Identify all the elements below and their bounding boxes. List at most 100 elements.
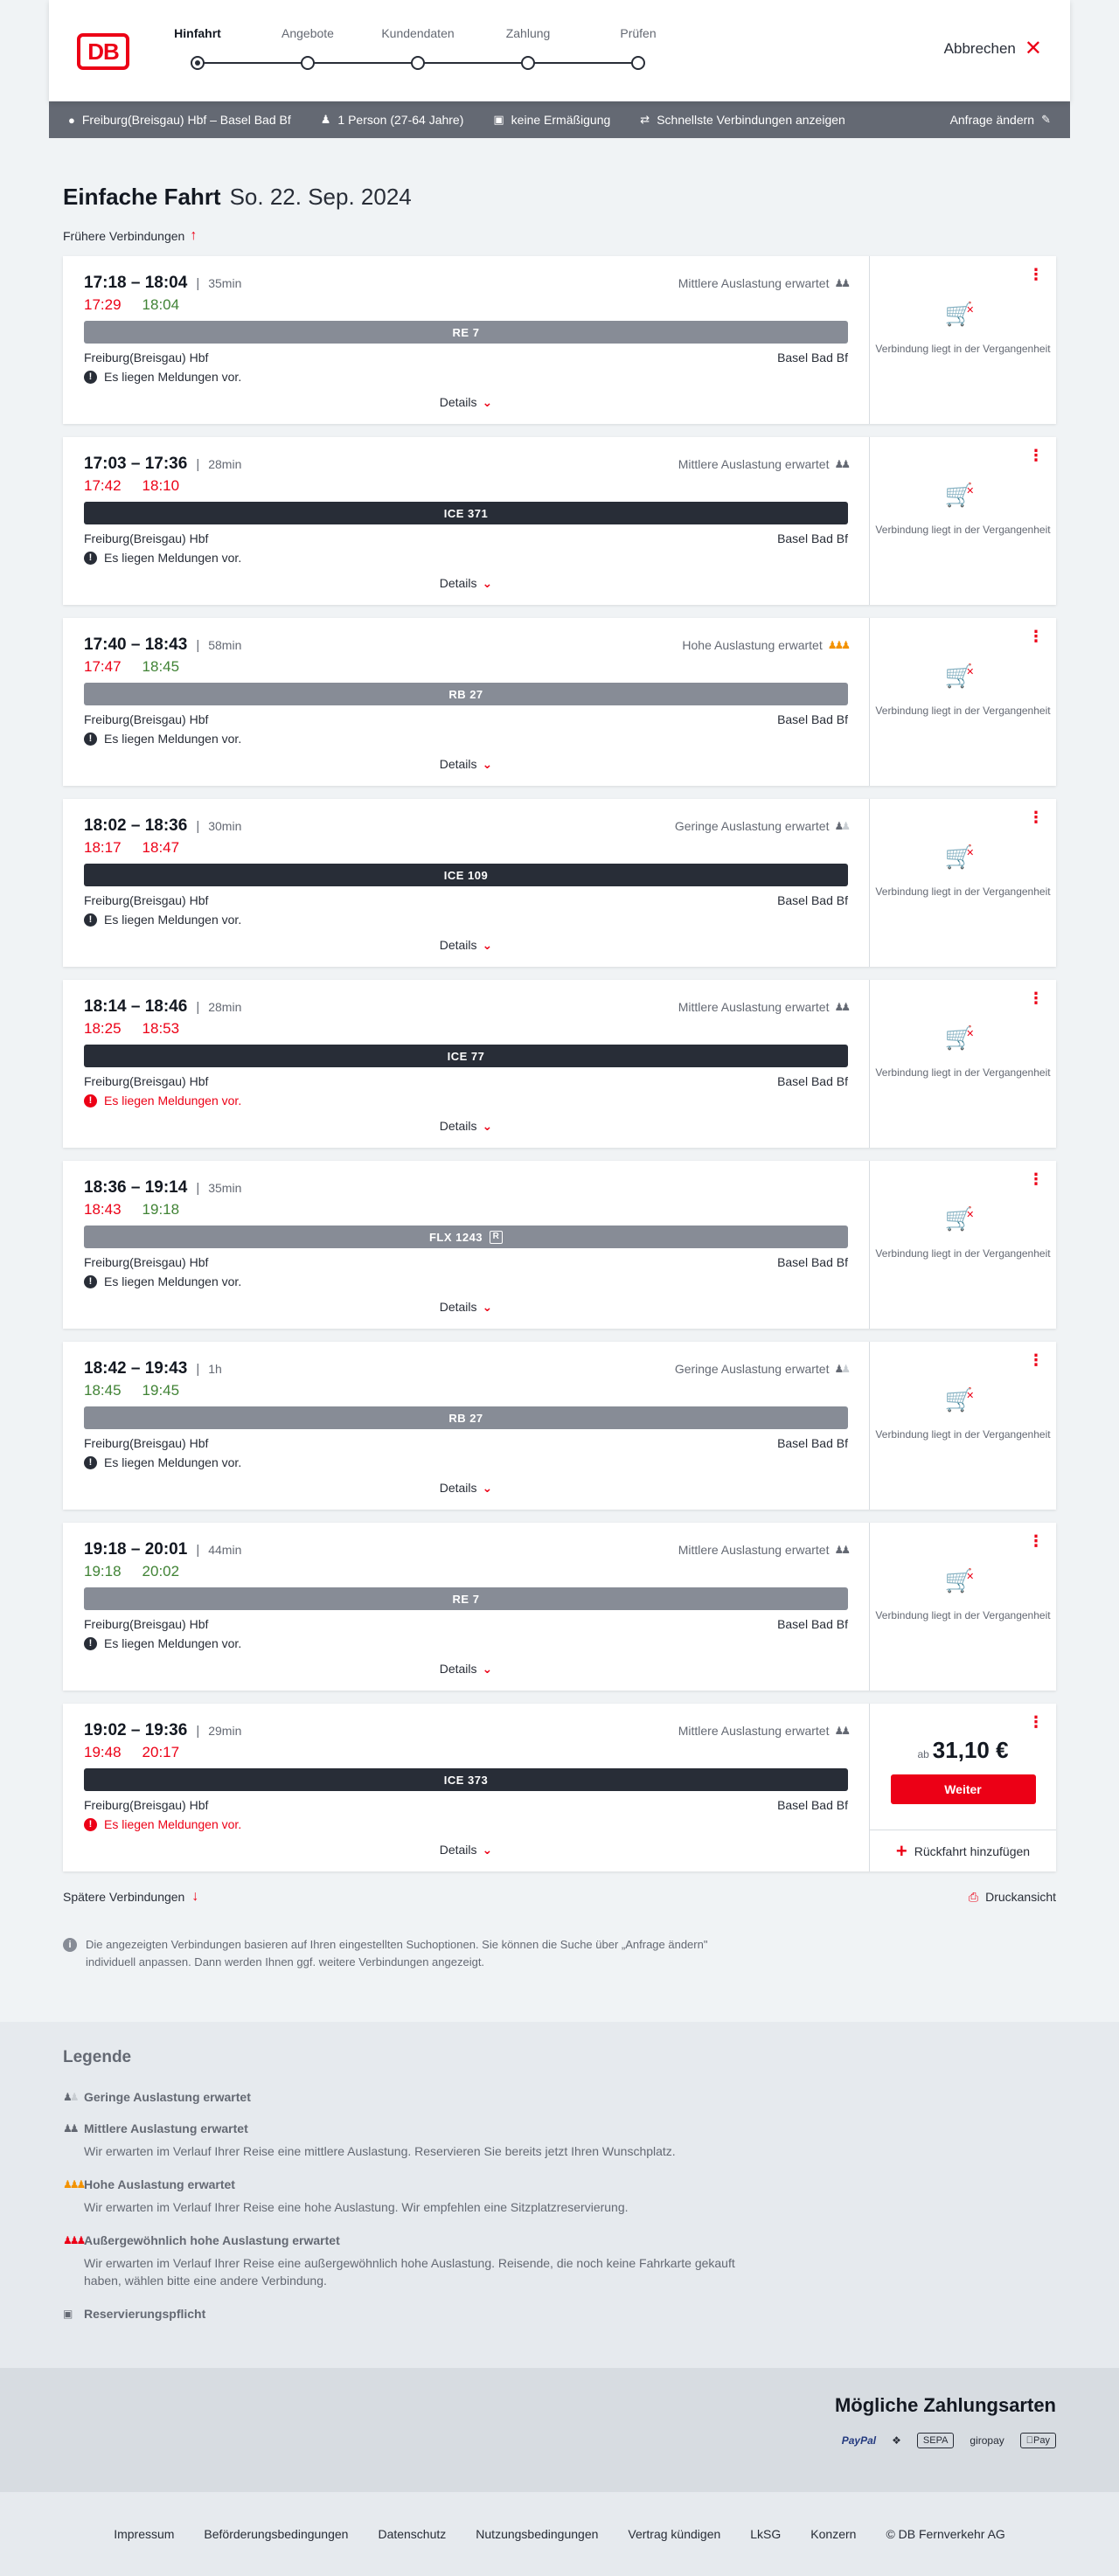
info-note-text: Die angezeigten Verbindungen basieren au… — [86, 1938, 708, 1968]
footer-link-nutzungsbedingungen[interactable]: Nutzungsbedingungen — [476, 2527, 598, 2541]
connection-details[interactable]: 18:36 – 19:14 | 35min 18:43 19:18 FLX 12… — [63, 1161, 869, 1329]
details-toggle[interactable]: Details ⌄ — [63, 1843, 869, 1857]
disruption-notice: ! Es liegen Meldungen vor. — [84, 913, 848, 927]
divider: | — [196, 276, 200, 291]
connection-card: 18:36 – 19:14 | 35min 18:43 19:18 FLX 12… — [63, 1161, 1056, 1329]
schedule-row: 19:02 – 19:36 | 29min Mittlere Auslastun… — [84, 1721, 851, 1742]
realtime-row: 17:42 18:10 — [84, 476, 848, 496]
query-discount: ▣ keine Ermäßigung — [493, 113, 610, 127]
connection-details[interactable]: 18:14 – 18:46 | 28min Mittlere Auslastun… — [63, 980, 869, 1148]
earlier-connections-link[interactable]: Frühere Verbindungen ↑ — [63, 228, 1056, 244]
arrival-station: Basel Bad Bf — [777, 712, 848, 726]
offer-panel: ⋮ 🛒✕ Verbindung liegt in der Vergangenhe… — [869, 980, 1056, 1148]
past-connection-text: Verbindung liegt in der Vergangenheit — [875, 1247, 1051, 1260]
details-toggle[interactable]: Details ⌄ — [63, 757, 869, 772]
realtime-arrival: 18:53 — [142, 1020, 180, 1037]
details-toggle[interactable]: Details ⌄ — [63, 1119, 869, 1134]
card-icon: ▣ — [493, 113, 504, 126]
train-segment-bar[interactable]: RE 7 — [84, 1587, 848, 1610]
details-label: Details — [439, 1300, 477, 1314]
step-kundendaten[interactable]: Kundendaten — [365, 26, 470, 70]
db-logo[interactable]: DB — [77, 33, 129, 70]
footer-link-vertrag-kuendigen[interactable]: Vertrag kündigen — [628, 2527, 720, 2541]
payment-icons: PayPal ❖ SEPA giropay Pay — [63, 2433, 1056, 2448]
connection-details[interactable]: 18:42 – 19:43 | 1h Geringe Auslastung er… — [63, 1342, 869, 1510]
details-toggle[interactable]: Details ⌄ — [63, 1300, 869, 1315]
train-segment-bar[interactable]: ICE 373 — [84, 1768, 848, 1791]
train-segment-bar[interactable]: ICE 77 — [84, 1045, 848, 1067]
disruption-notice: ! Es liegen Meldungen vor. — [84, 1094, 848, 1107]
duration: 44min — [208, 1543, 242, 1557]
realtime-departure: 17:47 — [84, 658, 122, 675]
connection-details[interactable]: 19:18 – 20:01 | 44min Mittlere Auslastun… — [63, 1523, 869, 1691]
more-options-icon[interactable]: ⋮ — [1028, 990, 1044, 1006]
more-options-icon[interactable]: ⋮ — [1028, 809, 1044, 825]
more-options-icon[interactable]: ⋮ — [1028, 267, 1044, 282]
legend-item-extreme: ♟♟♟ Außergewöhnlich hohe Auslastung erwar… — [63, 2233, 1056, 2289]
notice-text: Es liegen Meldungen vor. — [104, 1094, 242, 1107]
duration: 35min — [208, 1181, 242, 1195]
more-options-icon[interactable]: ⋮ — [1028, 1352, 1044, 1368]
schedule-row: 17:03 – 17:36 | 28min Mittlere Auslastun… — [84, 455, 851, 476]
more-options-icon[interactable]: ⋮ — [1028, 1714, 1044, 1730]
realtime-departure: 17:29 — [84, 296, 122, 313]
connection-details[interactable]: 17:18 – 18:04 | 35min Mittlere Auslastun… — [63, 256, 869, 424]
train-segment-bar[interactable]: ICE 109 — [84, 864, 848, 886]
more-options-icon[interactable]: ⋮ — [1028, 1171, 1044, 1187]
step-angebote[interactable]: Angebote — [255, 26, 360, 70]
step-label: Angebote — [281, 26, 334, 40]
footer-link-lksg[interactable]: LkSG — [750, 2527, 781, 2541]
print-view-link[interactable]: ⎙ Druckansicht — [969, 1889, 1056, 1905]
connection-details[interactable]: 19:02 – 19:36 | 29min Mittlere Auslastun… — [63, 1704, 869, 1871]
details-toggle[interactable]: Details ⌄ — [63, 1481, 869, 1496]
train-segment-bar[interactable]: RB 27 — [84, 683, 848, 705]
arrival-station: Basel Bad Bf — [777, 1074, 848, 1088]
step-hinfahrt[interactable]: Hinfahrt — [145, 26, 250, 70]
connection-details[interactable]: 17:03 – 17:36 | 28min Mittlere Auslastun… — [63, 437, 869, 605]
past-connection-text: Verbindung liegt in der Vergangenheit — [875, 1609, 1051, 1621]
details-toggle[interactable]: Details ⌄ — [63, 938, 869, 953]
more-options-icon[interactable]: ⋮ — [1028, 1533, 1044, 1549]
load-extreme-icon: ♟♟♟ — [63, 2234, 86, 2246]
reservation-required-icon: R — [490, 1230, 504, 1244]
price-prefix: ab — [917, 1748, 929, 1760]
legend-item-title: Mittlere Auslastung erwartet — [84, 2121, 248, 2135]
realtime-departure: 18:43 — [84, 1201, 122, 1218]
footer-link-befoerderungsbedingungen[interactable]: Beförderungsbedingungen — [204, 2527, 348, 2541]
details-toggle[interactable]: Details ⌄ — [63, 576, 869, 591]
past-connection-info: 🛒✕ Verbindung liegt in der Vergangenheit — [870, 1207, 1056, 1260]
connection-details[interactable]: 18:02 – 18:36 | 30min Geringe Auslastung… — [63, 799, 869, 967]
details-toggle[interactable]: Details ⌄ — [63, 1662, 869, 1677]
train-segment-bar[interactable]: ICE 371 — [84, 502, 848, 524]
details-label: Details — [439, 1119, 477, 1133]
footer-link-impressum[interactable]: Impressum — [114, 2527, 174, 2541]
stations-row: Freiburg(Breisgau) Hbf Basel Bad Bf — [84, 1255, 848, 1269]
step-pruefen[interactable]: Prüfen — [586, 26, 691, 70]
later-connections-link[interactable]: Spätere Verbindungen ↓ — [63, 1889, 198, 1905]
details-toggle[interactable]: Details ⌄ — [63, 395, 869, 410]
swap-arrows-icon: ⇄ — [640, 113, 650, 126]
more-options-icon[interactable]: ⋮ — [1028, 628, 1044, 644]
change-query-button[interactable]: Anfrage ändern ✎ — [950, 113, 1051, 127]
details-label: Details — [439, 1481, 477, 1495]
realtime-arrival: 19:18 — [142, 1201, 180, 1218]
cancel-button[interactable]: Abbrechen ✕ — [944, 38, 1042, 59]
step-zahlung[interactable]: Zahlung — [476, 26, 580, 70]
train-segment-bar[interactable]: FLX 1243 R — [84, 1226, 848, 1248]
load-medium-icon: ♟♟ — [63, 2122, 80, 2135]
more-options-icon[interactable]: ⋮ — [1028, 448, 1044, 463]
footer-link-konzern[interactable]: Konzern — [810, 2527, 856, 2541]
footer-copyright: © DB Fernverkehr AG — [886, 2527, 1005, 2541]
train-segment-bar[interactable]: RB 27 — [84, 1406, 848, 1429]
notice-text: Es liegen Meldungen vor. — [104, 732, 242, 746]
load-medium-icon: ♟♟ — [834, 458, 850, 470]
continue-button[interactable]: Weiter — [890, 1774, 1036, 1804]
discount-text: keine Ermäßigung — [511, 113, 611, 127]
connection-details[interactable]: 17:40 – 18:43 | 58min Hohe Auslastung er… — [63, 618, 869, 786]
add-return-trip-button[interactable]: + Rückfahrt hinzufügen — [870, 1830, 1056, 1871]
train-segment-bar[interactable]: RE 7 — [84, 321, 848, 344]
disruption-notice: ! Es liegen Meldungen vor. — [84, 551, 848, 565]
footer-link-datenschutz[interactable]: Datenschutz — [378, 2527, 446, 2541]
realtime-departure: 19:18 — [84, 1563, 122, 1580]
departure-station: Freiburg(Breisgau) Hbf — [84, 351, 209, 365]
